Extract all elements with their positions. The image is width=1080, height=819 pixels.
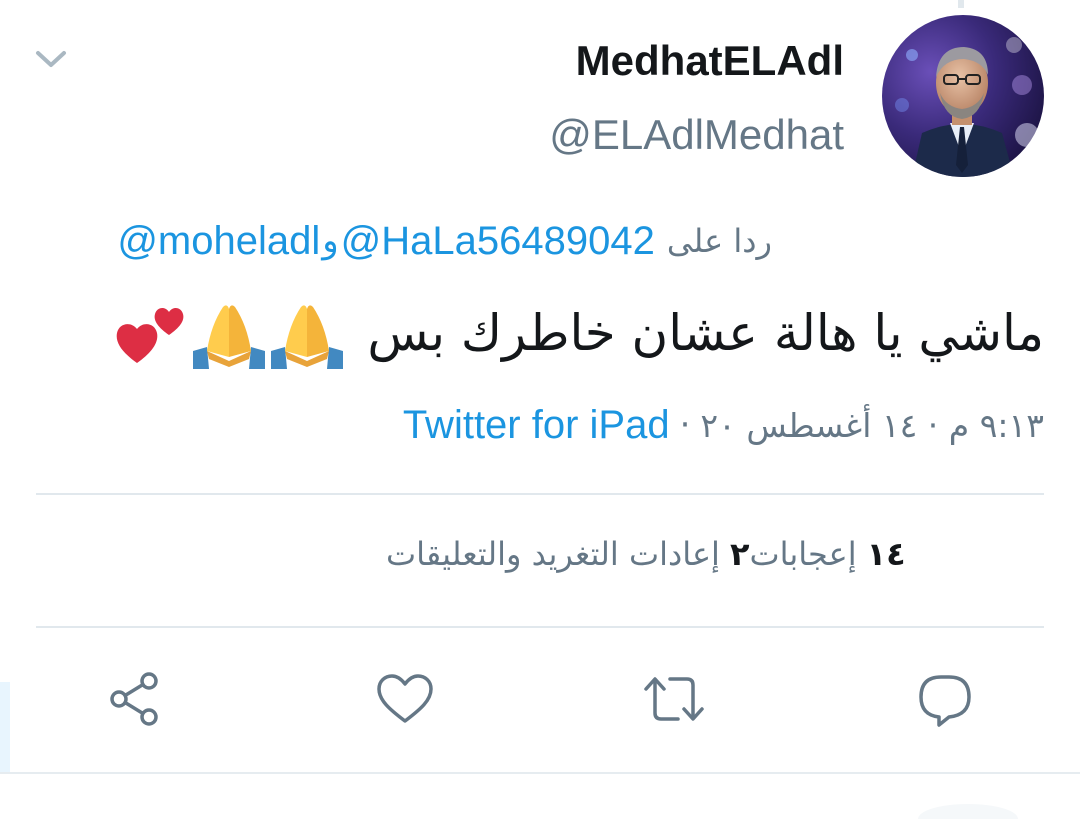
- retweets-stat[interactable]: ٢ إعادات التغريد والتعليقات: [386, 535, 749, 573]
- tweet-detail-page: MedhatELAdl @ELAdlMedhat @moheladl و @Ha…: [0, 0, 1080, 819]
- tweet-stats: ٢ إعادات التغريد والتعليقات ١٤ إعجابات: [386, 526, 1044, 582]
- tweet-source-link[interactable]: Twitter for iPad: [403, 403, 670, 448]
- tweet-meta: Twitter for iPad · ٩:١٣ م · ١٤ أغسطس ٢٠: [346, 398, 1044, 452]
- reply-button[interactable]: [912, 666, 978, 732]
- two-hearts-emoji: [113, 295, 189, 371]
- retweets-label: إعادات التغريد والتعليقات: [386, 535, 720, 573]
- reply-icon: [919, 675, 971, 727]
- thread-indicator: [0, 682, 10, 772]
- retweet-button[interactable]: [641, 666, 707, 732]
- likes-label: إعجابات: [749, 535, 857, 573]
- share-button[interactable]: [102, 666, 168, 732]
- share-icon: [110, 672, 158, 726]
- heart-icon: [377, 674, 433, 723]
- author-display-name[interactable]: MedhatELAdl: [576, 36, 844, 86]
- tweet-body: ماشي يا هالة عشان خاطرك بس: [50, 290, 1044, 376]
- likes-stat[interactable]: ١٤ إعجابات: [749, 535, 905, 573]
- retweets-count: ٢: [729, 535, 750, 573]
- meta-separator: ·: [679, 405, 691, 445]
- retweet-icon: [644, 677, 704, 721]
- mention-hala[interactable]: @HaLa56489042: [341, 219, 655, 264]
- chevron-down-icon[interactable]: [34, 44, 68, 74]
- tweet-timestamp[interactable]: ٩:١٣ م · ١٤ أغسطس ٢٠: [700, 406, 1044, 445]
- tweet-action-bar: [36, 666, 1044, 732]
- folded-hands-emoji: [191, 295, 267, 371]
- scroll-edge-top: [958, 0, 964, 8]
- divider: [36, 493, 1044, 495]
- likes-count: ١٤: [866, 535, 906, 573]
- profile-photo-icon: [882, 15, 1044, 177]
- reply-prefix: ردا على: [666, 222, 772, 260]
- author-handle: @ELAdlMedhat: [549, 111, 844, 158]
- reply-conjunction: و: [322, 221, 339, 261]
- mention-moheladl[interactable]: @moheladl: [117, 219, 320, 264]
- like-button[interactable]: [372, 666, 438, 732]
- divider: [0, 772, 1080, 774]
- tweet-text: ماشي يا هالة عشان خاطرك بس: [367, 304, 1044, 362]
- divider: [36, 626, 1044, 628]
- next-item-edge: [918, 804, 1018, 819]
- folded-hands-emoji: [269, 295, 345, 371]
- avatar[interactable]: [882, 15, 1044, 177]
- reply-context: @moheladl و @HaLa56489042 ردا على: [36, 214, 772, 268]
